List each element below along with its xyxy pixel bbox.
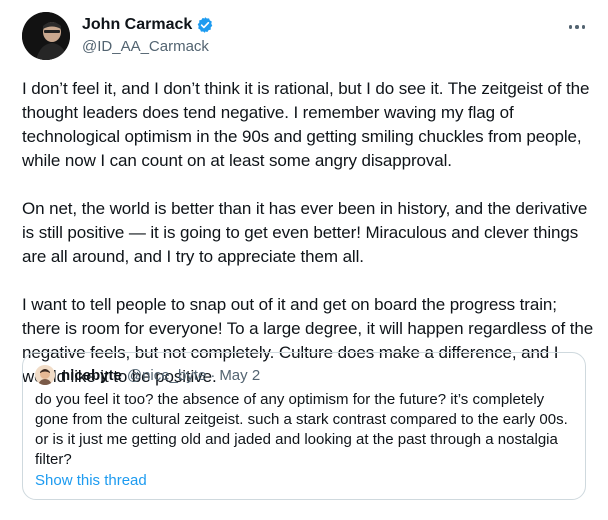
- author-handle[interactable]: @ID_AA_Carmack: [82, 37, 209, 57]
- quoted-author-avatar[interactable]: [35, 365, 55, 385]
- author-name-row: John Carmack: [82, 15, 214, 35]
- quoted-author-name[interactable]: nicebyte: [61, 367, 122, 384]
- tweet-card: John Carmack @ID_AA_Carmack I don’t feel…: [0, 0, 608, 520]
- quoted-tweet-date[interactable]: May 2: [219, 367, 260, 384]
- quoted-author-handle[interactable]: @nice_byte: [127, 367, 206, 384]
- dot-separator: ·: [210, 366, 216, 384]
- tweet-paragraph: I don’t feel it, and I don’t think it is…: [22, 79, 590, 170]
- quoted-tweet[interactable]: nicebyte @nice_byte · May 2 do you feel …: [22, 352, 586, 500]
- more-horizontal-icon[interactable]: [566, 18, 588, 36]
- author-display-name[interactable]: John Carmack: [82, 15, 192, 35]
- verified-badge-icon: [196, 16, 214, 34]
- author-avatar[interactable]: [22, 12, 70, 60]
- show-thread-link[interactable]: Show this thread: [35, 472, 147, 489]
- quoted-tweet-header: nicebyte @nice_byte · May 2: [35, 365, 260, 385]
- quoted-tweet-text: do you feel it too? the absence of any o…: [35, 391, 568, 468]
- tweet-paragraph: On net, the world is better than it has …: [22, 199, 588, 266]
